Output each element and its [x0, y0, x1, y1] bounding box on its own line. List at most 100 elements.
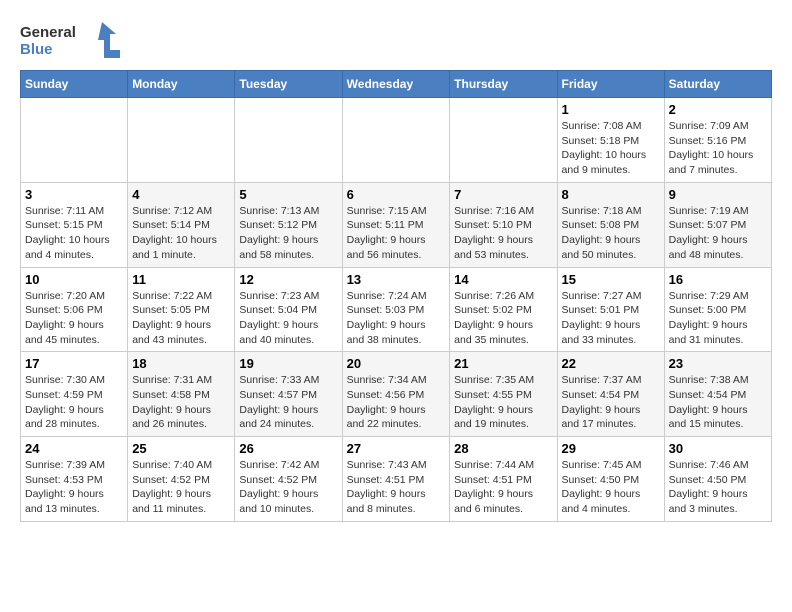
day-info: Sunrise: 7:34 AMSunset: 4:56 PMDaylight:…	[347, 373, 446, 432]
calendar-cell: 15Sunrise: 7:27 AMSunset: 5:01 PMDayligh…	[557, 267, 664, 352]
calendar-cell: 20 Sunrise: 7:34 AMSunset: 4:56 PMDayligh…	[342, 352, 450, 437]
calendar-cell: 5Sunrise: 7:13 AMSunset: 5:12 PMDaylight…	[235, 182, 342, 267]
day-info: Sunrise: 7:42 AMSunset: 4:52 PMDaylight:…	[239, 458, 337, 517]
calendar-cell: 9 Sunrise: 7:19 AMSunset: 5:07 PMDaylight…	[664, 182, 771, 267]
day-info: Sunrise: 7:27 AMSunset: 5:01 PMDaylight:…	[562, 289, 660, 348]
calendar-cell: 6Sunrise: 7:15 AMSunset: 5:11 PMDaylight…	[342, 182, 450, 267]
day-number: 6	[347, 187, 446, 202]
day-info: Sunrise: 7:23 AMSunset: 5:04 PMDaylight:…	[239, 289, 337, 348]
calendar-cell	[450, 98, 557, 183]
calendar-cell	[128, 98, 235, 183]
day-number: 12	[239, 272, 337, 287]
weekday-header-wednesday: Wednesday	[342, 71, 450, 98]
day-info: Sunrise: 7:46 AMSunset: 4:50 PMDaylight:…	[669, 458, 767, 517]
weekday-header-sunday: Sunday	[21, 71, 128, 98]
day-number: 11	[132, 272, 230, 287]
day-number: 18	[132, 356, 230, 371]
day-number: 16	[669, 272, 767, 287]
logo: General Blue	[20, 20, 120, 60]
day-info: Sunrise: 7:22 AMSunset: 5:05 PMDaylight:…	[132, 289, 230, 348]
day-info: Sunrise: 7:30 AMSunset: 4:59 PMDaylight:…	[25, 373, 123, 432]
calendar-cell: 30 Sunrise: 7:46 AMSunset: 4:50 PMDayligh…	[664, 437, 771, 522]
calendar-cell: 1 Sunrise: 7:08 AMSunset: 5:18 PMDaylight…	[557, 98, 664, 183]
calendar-cell	[342, 98, 450, 183]
day-info: Sunrise: 7:43 AMSunset: 4:51 PMDaylight:…	[347, 458, 446, 517]
calendar-cell: 10Sunrise: 7:20 AMSunset: 5:06 PMDayligh…	[21, 267, 128, 352]
calendar-cell: 26 Sunrise: 7:42 AMSunset: 4:52 PMDayligh…	[235, 437, 342, 522]
day-number: 8	[562, 187, 660, 202]
week-row-3: 10Sunrise: 7:20 AMSunset: 5:06 PMDayligh…	[21, 267, 772, 352]
day-info: Sunrise: 7:08 AMSunset: 5:18 PMDaylight:…	[562, 119, 660, 178]
day-number: 20	[347, 356, 446, 371]
day-number: 14	[454, 272, 552, 287]
calendar-cell: 23Sunrise: 7:38 AMSunset: 4:54 PMDayligh…	[664, 352, 771, 437]
day-info: Sunrise: 7:33 AMSunset: 4:57 PMDaylight:…	[239, 373, 337, 432]
day-number: 25	[132, 441, 230, 456]
header: General Blue	[20, 20, 772, 60]
day-number: 28	[454, 441, 552, 456]
day-number: 19	[239, 356, 337, 371]
day-info: Sunrise: 7:20 AMSunset: 5:06 PMDaylight:…	[25, 289, 123, 348]
day-number: 1	[562, 102, 660, 117]
day-number: 27	[347, 441, 446, 456]
day-info: Sunrise: 7:38 AMSunset: 4:54 PMDaylight:…	[669, 373, 767, 432]
calendar-cell: 2 Sunrise: 7:09 AMSunset: 5:16 PMDaylight…	[664, 98, 771, 183]
calendar-cell	[21, 98, 128, 183]
calendar-cell: 17 Sunrise: 7:30 AMSunset: 4:59 PMDayligh…	[21, 352, 128, 437]
day-info: Sunrise: 7:16 AMSunset: 5:10 PMDaylight:…	[454, 204, 552, 263]
day-number: 17	[25, 356, 123, 371]
day-number: 4	[132, 187, 230, 202]
week-row-2: 3 Sunrise: 7:11 AMSunset: 5:15 PMDaylight…	[21, 182, 772, 267]
day-info: Sunrise: 7:18 AMSunset: 5:08 PMDaylight:…	[562, 204, 660, 263]
week-row-4: 17 Sunrise: 7:30 AMSunset: 4:59 PMDayligh…	[21, 352, 772, 437]
day-info: Sunrise: 7:39 AMSunset: 4:53 PMDaylight:…	[25, 458, 123, 517]
weekday-header-monday: Monday	[128, 71, 235, 98]
weekday-header-friday: Friday	[557, 71, 664, 98]
day-number: 2	[669, 102, 767, 117]
calendar-cell: 28 Sunrise: 7:44 AMSunset: 4:51 PMDayligh…	[450, 437, 557, 522]
day-info: Sunrise: 7:40 AMSunset: 4:52 PMDaylight:…	[132, 458, 230, 517]
day-info: Sunrise: 7:12 AMSunset: 5:14 PMDaylight:…	[132, 204, 230, 263]
day-info: Sunrise: 7:35 AMSunset: 4:55 PMDaylight:…	[454, 373, 552, 432]
calendar: SundayMondayTuesdayWednesdayThursdayFrid…	[20, 70, 772, 522]
calendar-cell: 3 Sunrise: 7:11 AMSunset: 5:15 PMDaylight…	[21, 182, 128, 267]
logo-graphic: General Blue	[20, 20, 120, 60]
calendar-cell: 22 Sunrise: 7:37 AMSunset: 4:54 PMDayligh…	[557, 352, 664, 437]
day-number: 24	[25, 441, 123, 456]
day-number: 9	[669, 187, 767, 202]
day-info: Sunrise: 7:09 AMSunset: 5:16 PMDaylight:…	[669, 119, 767, 178]
calendar-cell: 24 Sunrise: 7:39 AMSunset: 4:53 PMDayligh…	[21, 437, 128, 522]
day-number: 13	[347, 272, 446, 287]
day-info: Sunrise: 7:31 AMSunset: 4:58 PMDaylight:…	[132, 373, 230, 432]
calendar-cell: 19 Sunrise: 7:33 AMSunset: 4:57 PMDayligh…	[235, 352, 342, 437]
day-number: 29	[562, 441, 660, 456]
day-info: Sunrise: 7:44 AMSunset: 4:51 PMDaylight:…	[454, 458, 552, 517]
calendar-cell: 21Sunrise: 7:35 AMSunset: 4:55 PMDayligh…	[450, 352, 557, 437]
calendar-cell: 7 Sunrise: 7:16 AMSunset: 5:10 PMDaylight…	[450, 182, 557, 267]
day-number: 3	[25, 187, 123, 202]
day-info: Sunrise: 7:24 AMSunset: 5:03 PMDaylight:…	[347, 289, 446, 348]
weekday-header-row: SundayMondayTuesdayWednesdayThursdayFrid…	[21, 71, 772, 98]
day-info: Sunrise: 7:19 AMSunset: 5:07 PMDaylight:…	[669, 204, 767, 263]
calendar-cell: 16 Sunrise: 7:29 AMSunset: 5:00 PMDayligh…	[664, 267, 771, 352]
calendar-cell: 14 Sunrise: 7:26 AMSunset: 5:02 PMDayligh…	[450, 267, 557, 352]
weekday-header-saturday: Saturday	[664, 71, 771, 98]
day-info: Sunrise: 7:29 AMSunset: 5:00 PMDaylight:…	[669, 289, 767, 348]
day-number: 7	[454, 187, 552, 202]
week-row-1: 1 Sunrise: 7:08 AMSunset: 5:18 PMDaylight…	[21, 98, 772, 183]
day-info: Sunrise: 7:26 AMSunset: 5:02 PMDaylight:…	[454, 289, 552, 348]
week-row-5: 24 Sunrise: 7:39 AMSunset: 4:53 PMDayligh…	[21, 437, 772, 522]
calendar-cell: 4 Sunrise: 7:12 AMSunset: 5:14 PMDaylight…	[128, 182, 235, 267]
calendar-cell: 8 Sunrise: 7:18 AMSunset: 5:08 PMDaylight…	[557, 182, 664, 267]
svg-text:General: General	[20, 24, 76, 41]
calendar-cell: 18 Sunrise: 7:31 AMSunset: 4:58 PMDayligh…	[128, 352, 235, 437]
day-info: Sunrise: 7:37 AMSunset: 4:54 PMDaylight:…	[562, 373, 660, 432]
day-number: 26	[239, 441, 337, 456]
day-number: 30	[669, 441, 767, 456]
day-number: 22	[562, 356, 660, 371]
day-number: 5	[239, 187, 337, 202]
calendar-cell: 11 Sunrise: 7:22 AMSunset: 5:05 PMDayligh…	[128, 267, 235, 352]
calendar-cell: 12 Sunrise: 7:23 AMSunset: 5:04 PMDayligh…	[235, 267, 342, 352]
day-info: Sunrise: 7:11 AMSunset: 5:15 PMDaylight:…	[25, 204, 123, 263]
calendar-cell: 27 Sunrise: 7:43 AMSunset: 4:51 PMDayligh…	[342, 437, 450, 522]
